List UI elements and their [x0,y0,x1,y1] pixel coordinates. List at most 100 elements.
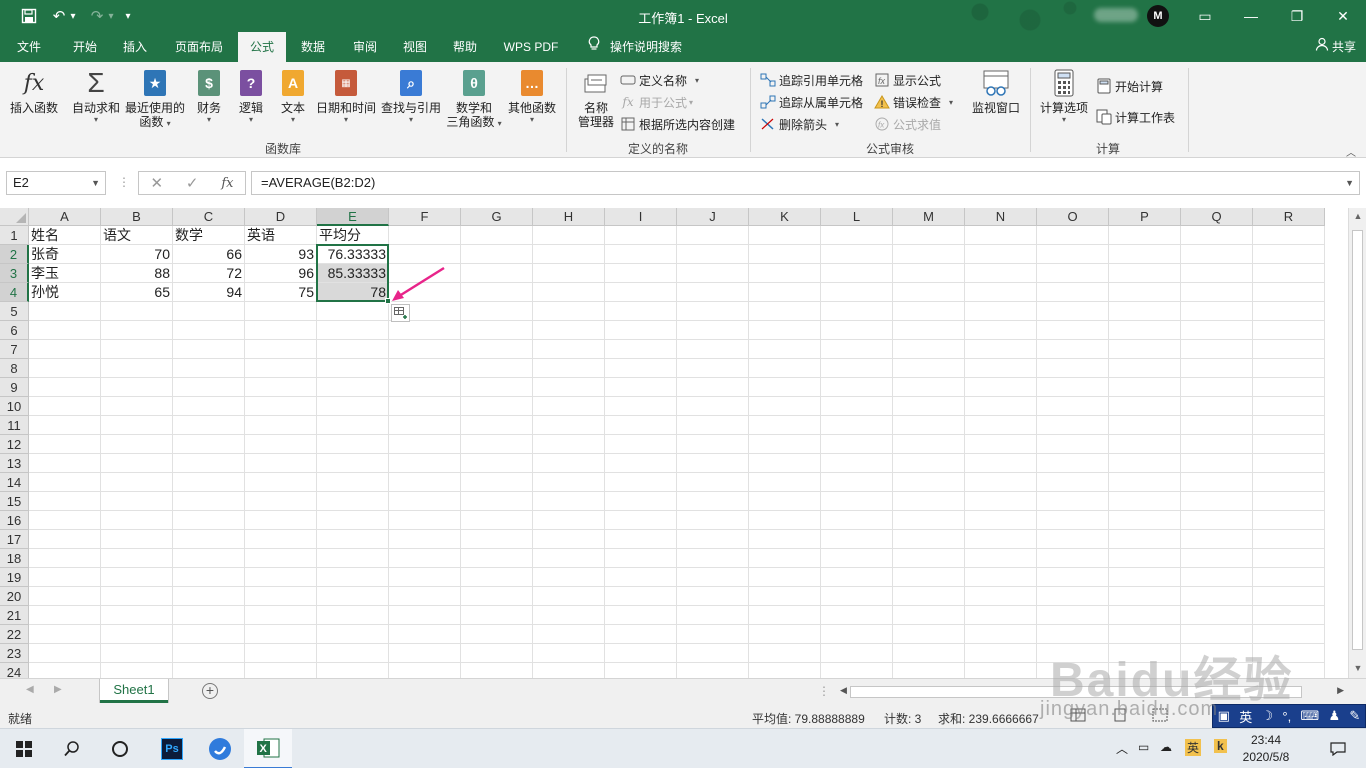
expand-formula-bar-icon[interactable]: ▼ [1345,172,1354,194]
next-sheet-icon[interactable]: ▶ [54,684,62,695]
cell-r19[interactable] [1253,568,1325,587]
cell-m24[interactable] [893,663,965,678]
cell-a7[interactable] [29,340,101,359]
cell-f16[interactable] [389,511,461,530]
row-header-24[interactable]: 24 [0,663,29,678]
cell-l24[interactable] [821,663,893,678]
cell-k14[interactable] [749,473,821,492]
cell-k17[interactable] [749,530,821,549]
cell-i11[interactable] [605,416,677,435]
cell-e17[interactable] [317,530,389,549]
cell-r8[interactable] [1253,359,1325,378]
cell-k3[interactable] [749,264,821,283]
cell-r7[interactable] [1253,340,1325,359]
cell-e10[interactable] [317,397,389,416]
row-header-12[interactable]: 12 [0,435,29,454]
cell-e21[interactable] [317,606,389,625]
cell-i8[interactable] [605,359,677,378]
cell-f15[interactable] [389,492,461,511]
cell-l5[interactable] [821,302,893,321]
cell-m16[interactable] [893,511,965,530]
cell-r23[interactable] [1253,644,1325,663]
cell-m23[interactable] [893,644,965,663]
row-header-13[interactable]: 13 [0,454,29,473]
cell-r17[interactable] [1253,530,1325,549]
cell-m12[interactable] [893,435,965,454]
cell-o6[interactable] [1037,321,1109,340]
cell-c1[interactable]: 数学 [173,226,245,245]
cell-d23[interactable] [245,644,317,663]
cell-b2[interactable]: 70 [101,245,173,264]
cell-f22[interactable] [389,625,461,644]
row-header-16[interactable]: 16 [0,511,29,530]
cell-i5[interactable] [605,302,677,321]
cell-p14[interactable] [1109,473,1181,492]
cell-f21[interactable] [389,606,461,625]
cell-i14[interactable] [605,473,677,492]
lookup-button[interactable]: ⌕ 查找与引用 ▾ [380,68,442,125]
cell-p3[interactable] [1109,264,1181,283]
cell-r14[interactable] [1253,473,1325,492]
cell-r22[interactable] [1253,625,1325,644]
cell-d15[interactable] [245,492,317,511]
cell-h9[interactable] [533,378,605,397]
cell-c7[interactable] [173,340,245,359]
row-header-23[interactable]: 23 [0,644,29,663]
horizontal-scrollbar[interactable]: ◀ ▶ [838,684,1346,700]
cell-p5[interactable] [1109,302,1181,321]
cell-h18[interactable] [533,549,605,568]
row-header-11[interactable]: 11 [0,416,29,435]
cell-p12[interactable] [1109,435,1181,454]
cell-l17[interactable] [821,530,893,549]
cell-o16[interactable] [1037,511,1109,530]
cell-m17[interactable] [893,530,965,549]
cell-q23[interactable] [1181,644,1253,663]
column-header-m[interactable]: M [893,208,965,226]
calculate-now-button[interactable]: 开始计算 [1096,76,1163,96]
cell-j20[interactable] [677,587,749,606]
cell-f1[interactable] [389,226,461,245]
cell-n18[interactable] [965,549,1037,568]
cell-n7[interactable] [965,340,1037,359]
cell-b19[interactable] [101,568,173,587]
cell-g11[interactable] [461,416,533,435]
cell-n24[interactable] [965,663,1037,678]
cell-l6[interactable] [821,321,893,340]
taskbar-clock[interactable]: 23:44 2020/5/8 [1236,732,1296,766]
cell-j23[interactable] [677,644,749,663]
use-in-formula-button[interactable]: fx 用于公式 ▾ [620,92,693,112]
cell-p1[interactable] [1109,226,1181,245]
datetime-button[interactable]: ▦ 日期和时间 ▾ [314,68,378,125]
share-button[interactable]: 共享 [1315,32,1356,62]
ime-toolbar[interactable]: ▣ 英 ☽ °, ⌨ ♟ ✎ [1212,704,1366,728]
cell-m8[interactable] [893,359,965,378]
create-from-selection-button[interactable]: 根据所选内容创建 [620,114,735,134]
cell-a8[interactable] [29,359,101,378]
cell-m22[interactable] [893,625,965,644]
cell-p6[interactable] [1109,321,1181,340]
cell-d7[interactable] [245,340,317,359]
cell-q11[interactable] [1181,416,1253,435]
tab-file[interactable]: 文件 [6,32,52,62]
cell-p19[interactable] [1109,568,1181,587]
cell-j15[interactable] [677,492,749,511]
cell-e16[interactable] [317,511,389,530]
cell-d14[interactable] [245,473,317,492]
cell-o1[interactable] [1037,226,1109,245]
cell-j10[interactable] [677,397,749,416]
cell-q1[interactable] [1181,226,1253,245]
ime-user-icon[interactable]: ♟ [1329,708,1341,724]
cell-d10[interactable] [245,397,317,416]
scroll-left-icon[interactable]: ◀ [840,685,847,696]
cell-k18[interactable] [749,549,821,568]
cell-l16[interactable] [821,511,893,530]
cell-b5[interactable] [101,302,173,321]
cell-h12[interactable] [533,435,605,454]
cell-b16[interactable] [101,511,173,530]
cell-g19[interactable] [461,568,533,587]
cell-l1[interactable] [821,226,893,245]
cell-d5[interactable] [245,302,317,321]
enter-icon[interactable]: ✓ [186,174,199,192]
cell-r1[interactable] [1253,226,1325,245]
cell-q14[interactable] [1181,473,1253,492]
